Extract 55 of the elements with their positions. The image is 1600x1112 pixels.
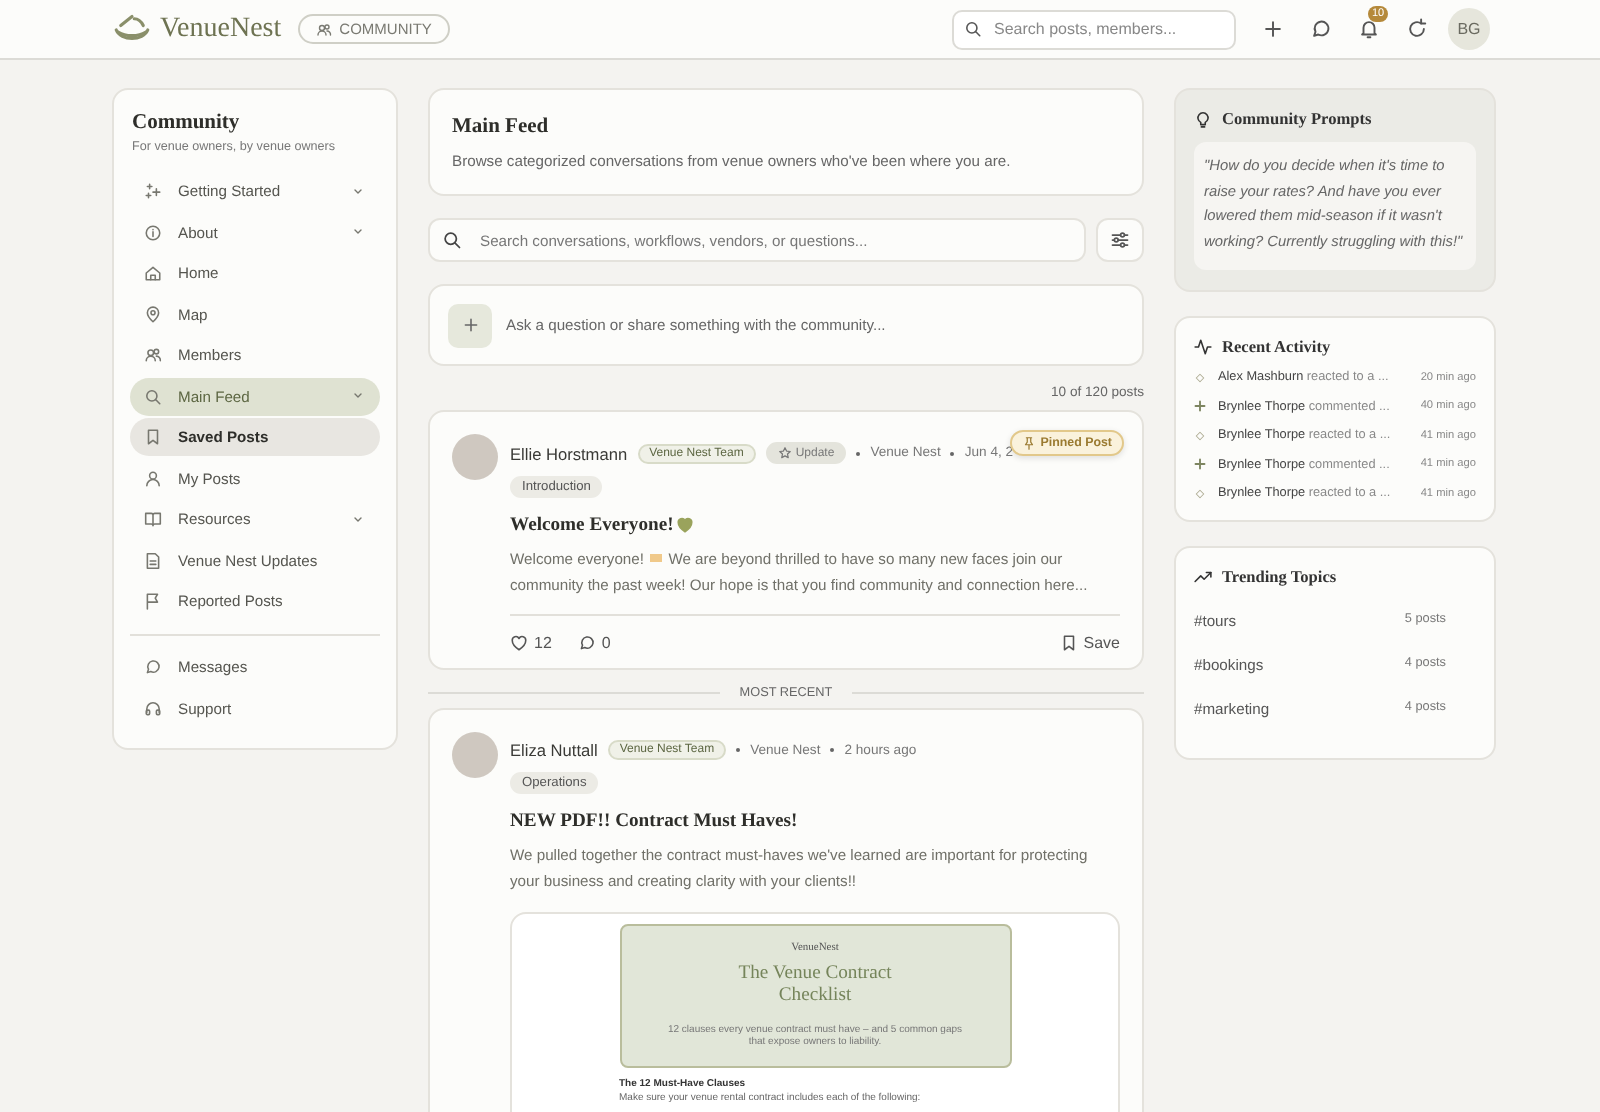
sidebar-title: Community — [132, 112, 242, 134]
nav-icon — [144, 305, 162, 323]
search-field[interactable]: Search posts, members... — [952, 9, 1236, 49]
plus-icon — [1194, 458, 1206, 471]
post-title[interactable]: Welcome Everyone! — [510, 514, 674, 536]
bell-icon[interactable] — [1358, 18, 1380, 40]
like-button[interactable]: 12 — [510, 634, 552, 652]
prompts-title: Community Prompts — [1222, 110, 1372, 128]
diamond-icon — [1194, 429, 1206, 442]
nav-icon — [144, 346, 162, 364]
plus-icon[interactable] — [1262, 18, 1284, 40]
star-icon — [777, 446, 792, 460]
pulse-icon — [1194, 337, 1212, 356]
emoji-icon — [648, 550, 665, 564]
plus-icon — [1194, 400, 1206, 413]
nav-icon — [144, 223, 162, 241]
nav-icon — [144, 428, 162, 446]
user-avatar[interactable]: BG — [1448, 8, 1490, 50]
avatar-photo — [452, 732, 498, 778]
diamond-icon — [1194, 371, 1206, 384]
trending-title: Trending Topics — [1222, 568, 1337, 587]
refresh-icon[interactable] — [1406, 18, 1428, 40]
nav-icon — [144, 387, 162, 405]
nav-icon — [144, 510, 162, 528]
nav-icon — [144, 592, 162, 610]
nav-icon — [144, 551, 162, 569]
comment-icon — [577, 634, 596, 652]
author-name[interactable]: Eliza Nuttall — [510, 740, 598, 760]
plus-icon — [461, 316, 479, 334]
avatar-photo — [452, 434, 498, 480]
nav-icon — [144, 264, 162, 282]
activity-title: Recent Activity — [1222, 337, 1331, 356]
bulb-icon — [1194, 110, 1212, 128]
nav-icon — [144, 182, 162, 200]
diamond-icon — [1194, 487, 1206, 500]
people-icon — [315, 21, 332, 37]
heart-icon — [675, 516, 694, 534]
trend-icon — [1194, 568, 1212, 587]
save-button[interactable]: Save — [1059, 634, 1120, 652]
heart-icon — [510, 634, 528, 652]
document-title: The Venue Contract Checklist — [736, 962, 894, 1006]
chat-icon[interactable] — [1310, 18, 1332, 40]
nav-icon — [144, 469, 162, 487]
comment-button[interactable]: 0 — [577, 634, 611, 652]
filter-button[interactable] — [1096, 218, 1144, 262]
pin-icon — [1022, 436, 1037, 450]
nav-icon — [144, 699, 162, 717]
brand-name[interactable]: VenueNest — [160, 13, 282, 45]
post-title[interactable]: NEW PDF!! Contract Must Haves! — [510, 810, 798, 832]
nav-icon — [144, 658, 162, 676]
sliders-icon — [1110, 230, 1130, 250]
author-name[interactable]: Ellie Horstmann — [510, 443, 628, 463]
feed-title: Main Feed — [452, 116, 551, 138]
add-post-button[interactable] — [448, 303, 492, 347]
bookmark-icon — [1059, 634, 1078, 652]
